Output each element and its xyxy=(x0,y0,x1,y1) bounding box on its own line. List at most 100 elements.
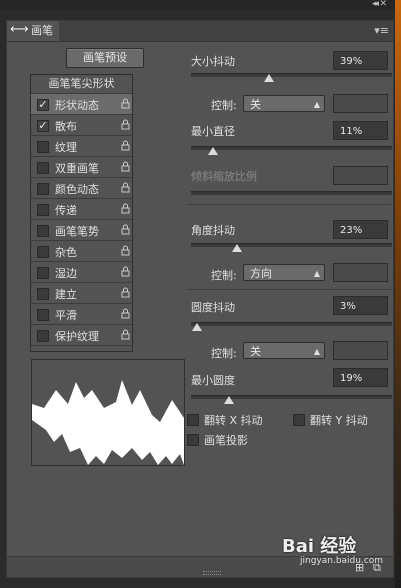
slider-thumb[interactable] xyxy=(208,147,219,155)
brush-option-label: 传递 xyxy=(55,204,77,217)
brush-option-7[interactable]: 杂色 xyxy=(31,241,132,262)
angle-control-box xyxy=(333,263,388,282)
brush-option-label: 散布 xyxy=(55,120,77,133)
panel-menu-icon[interactable]: ▾≡ xyxy=(374,24,389,37)
min-diameter-value[interactable]: 11% xyxy=(333,121,388,140)
angle-jitter-value[interactable]: 23% xyxy=(333,220,388,239)
flip-y-checkbox[interactable] xyxy=(293,414,305,426)
chevron-updown-icon: ▲ xyxy=(313,269,320,278)
move-cursor-icon: ⟷ xyxy=(10,22,29,37)
tilt-scale-value xyxy=(333,166,388,185)
watermark-logo: Bai 经验 xyxy=(282,536,357,557)
lock-icon[interactable] xyxy=(121,140,130,151)
checkbox[interactable] xyxy=(37,141,49,153)
brush-option-label: 保护纹理 xyxy=(55,330,99,343)
checkbox[interactable] xyxy=(37,162,49,174)
brush-option-4[interactable]: 颜色动态 xyxy=(31,178,132,199)
roundness-control-label: 控制: xyxy=(211,347,237,360)
tilt-scale-slider xyxy=(191,191,392,195)
brush-option-0[interactable]: ✓ 形状动态 xyxy=(31,94,132,115)
lock-icon[interactable] xyxy=(121,119,130,130)
min-diameter-slider[interactable] xyxy=(191,146,392,155)
checkbox[interactable] xyxy=(37,246,49,258)
brush-option-8[interactable]: 湿边 xyxy=(31,262,132,283)
lock-icon[interactable] xyxy=(121,266,130,277)
brush-option-label: 画笔笔势 xyxy=(55,225,99,238)
brush-panel: 画笔 ⟷ ▾≡ 画笔预设 画笔笔尖形状 ✓ 形状动态 ✓ 散布 纹理 双重画笔 颜色动态 传递… xyxy=(6,20,394,578)
checkbox[interactable] xyxy=(37,288,49,300)
slider-thumb[interactable] xyxy=(224,396,235,404)
size-jitter-slider[interactable] xyxy=(191,73,392,82)
brush-option-label: 建立 xyxy=(55,288,77,301)
checkbox[interactable] xyxy=(37,267,49,279)
lock-icon[interactable] xyxy=(121,182,130,193)
watermark-url: jingyan.baidu.com xyxy=(300,556,384,566)
lock-icon[interactable] xyxy=(121,287,130,298)
angle-control-select[interactable]: 方向 ▲ xyxy=(243,264,325,281)
close-icon[interactable]: ✕ xyxy=(379,0,387,9)
brush-option-label: 杂色 xyxy=(55,246,77,259)
angle-jitter-label: 角度抖动 xyxy=(191,224,235,237)
chevron-updown-icon: ▲ xyxy=(313,347,320,356)
brush-option-label: 湿边 xyxy=(55,267,77,280)
angle-control-label: 控制: xyxy=(211,269,237,282)
slider-thumb[interactable] xyxy=(264,74,275,82)
panel-dock-bar[interactable]: ◂◂ ✕ xyxy=(0,0,395,10)
slider-thumb[interactable] xyxy=(192,323,203,331)
brush-projection-label: 画笔投影 xyxy=(204,434,248,447)
angle-jitter-slider[interactable] xyxy=(191,243,392,252)
lock-icon[interactable] xyxy=(121,329,130,340)
brush-projection-checkbox[interactable] xyxy=(187,434,199,446)
roundness-control-box xyxy=(333,341,388,360)
lock-icon[interactable] xyxy=(121,245,130,256)
slider-thumb[interactable] xyxy=(232,244,243,252)
divider xyxy=(187,289,391,290)
resize-gripper-icon[interactable] xyxy=(203,571,221,575)
checkbox[interactable] xyxy=(37,204,49,216)
size-control-select[interactable]: 关 ▲ xyxy=(243,95,325,112)
roundness-control-select[interactable]: 关 ▲ xyxy=(243,342,325,359)
flip-x-checkbox[interactable] xyxy=(187,414,199,426)
roundness-jitter-value[interactable]: 3% xyxy=(333,296,388,315)
brush-presets-button[interactable]: 画笔预设 xyxy=(66,48,144,68)
window-frame: ◂◂ ✕ 画笔 ⟷ ▾≡ 画笔预设 画笔笔尖形状 ✓ 形状动态 ✓ 散布 纹理 双重画笔颜… xyxy=(0,0,401,588)
flip-y-label: 翻转 Y 抖动 xyxy=(310,414,368,427)
brush-option-9[interactable]: 建立 xyxy=(31,283,132,304)
roundness-jitter-label: 圆度抖动 xyxy=(191,301,235,314)
lock-icon[interactable] xyxy=(121,203,130,214)
min-roundness-slider[interactable] xyxy=(191,395,392,404)
brush-option-1[interactable]: ✓ 散布 xyxy=(31,115,132,136)
brush-option-label: 纹理 xyxy=(55,141,77,154)
divider xyxy=(187,204,391,205)
brush-tip-shape-header[interactable]: 画笔笔尖形状 xyxy=(31,75,132,94)
brush-option-6[interactable]: 画笔笔势 xyxy=(31,220,132,241)
size-jitter-label: 大小抖动 xyxy=(191,55,235,68)
brush-option-5[interactable]: 传递 xyxy=(31,199,132,220)
checkbox[interactable] xyxy=(37,225,49,237)
checkmark-icon[interactable]: ✓ xyxy=(37,120,49,132)
brush-settings-list: 画笔笔尖形状 ✓ 形状动态 ✓ 散布 纹理 双重画笔 颜色动态 传递 画笔笔势 杂色 湿边 建立 平滑保… xyxy=(30,74,133,352)
size-jitter-value[interactable]: 39% xyxy=(333,51,388,70)
brush-stroke-preview xyxy=(31,359,185,466)
checkmark-icon[interactable]: ✓ xyxy=(37,99,49,111)
brush-option-10[interactable]: 平滑 xyxy=(31,304,132,325)
select-value: 方向 xyxy=(250,267,272,280)
brush-option-3[interactable]: 双重画笔 xyxy=(31,157,132,178)
brush-option-2[interactable]: 纹理 xyxy=(31,136,132,157)
brush-option-11[interactable]: 保护纹理 xyxy=(31,325,132,346)
checkbox[interactable] xyxy=(37,309,49,321)
chevron-updown-icon: ▲ xyxy=(313,100,320,109)
checkbox[interactable] xyxy=(37,330,49,342)
lock-icon[interactable] xyxy=(121,308,130,319)
lock-icon[interactable] xyxy=(121,224,130,235)
lock-icon[interactable] xyxy=(121,161,130,172)
size-control-box xyxy=(333,94,388,113)
lock-icon[interactable] xyxy=(121,98,130,109)
size-control-label: 控制: xyxy=(211,99,237,112)
tab-bar: 画笔 ⟷ ▾≡ xyxy=(7,21,393,42)
min-roundness-label: 最小圆度 xyxy=(191,374,235,387)
checkbox[interactable] xyxy=(37,183,49,195)
roundness-jitter-slider[interactable] xyxy=(191,322,392,331)
collapse-icon[interactable]: ◂◂ xyxy=(372,0,379,9)
min-roundness-value[interactable]: 19% xyxy=(333,368,388,387)
